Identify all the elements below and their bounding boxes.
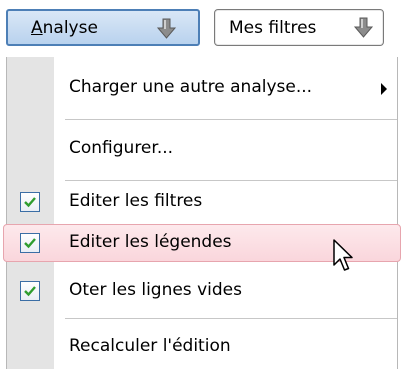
menu-item-charger-analyse[interactable]: Charger une autre analyse... bbox=[7, 69, 397, 107]
menu-separator bbox=[65, 180, 397, 181]
check-icon bbox=[24, 286, 36, 297]
menu-item-configurer[interactable]: Configurer... bbox=[7, 130, 397, 168]
check-icon bbox=[24, 197, 36, 208]
check-icon bbox=[24, 238, 36, 249]
menu-item-label: Charger une autre analyse... bbox=[69, 77, 313, 97]
app-root: Analyse Mes filtres Charger une autre an… bbox=[0, 0, 403, 369]
menu-item-editer-filtres[interactable]: Editer les filtres bbox=[7, 183, 397, 221]
menu-item-label: Oter les lignes vides bbox=[69, 280, 242, 300]
mes-filtres-button[interactable]: Mes filtres bbox=[214, 9, 384, 46]
menu-item-label: Recalculer l'édition bbox=[69, 336, 231, 356]
menu-item-recalculer-edition[interactable]: Recalculer l'édition bbox=[7, 328, 397, 366]
checkbox-checked[interactable] bbox=[20, 233, 40, 253]
analyse-accesskey: A bbox=[31, 17, 43, 38]
down-arrow-icon bbox=[353, 17, 374, 38]
down-arrow-icon bbox=[156, 18, 177, 39]
menu-item-label: Editer les légendes bbox=[69, 232, 232, 252]
menu-item-label: Editer les filtres bbox=[69, 191, 203, 211]
menu-separator bbox=[65, 119, 397, 120]
mes-filtres-label: Mes filtres bbox=[229, 17, 317, 38]
menu-item-label: Configurer... bbox=[69, 138, 174, 158]
analyse-button-label: Analyse bbox=[31, 18, 98, 38]
menu-separator bbox=[65, 318, 397, 319]
mouse-pointer-icon bbox=[333, 239, 353, 271]
submenu-arrow-icon bbox=[381, 83, 387, 95]
analyse-menu-button[interactable]: Analyse bbox=[6, 9, 200, 46]
analyse-dropdown-menu: Charger une autre analyse... Configurer.… bbox=[3, 57, 401, 369]
analyse-label-rest: nalyse bbox=[42, 17, 98, 38]
checkbox-checked[interactable] bbox=[20, 192, 40, 212]
checkbox-checked[interactable] bbox=[20, 281, 40, 301]
menu-item-oter-lignes-vides[interactable]: Oter les lignes vides bbox=[7, 272, 397, 310]
